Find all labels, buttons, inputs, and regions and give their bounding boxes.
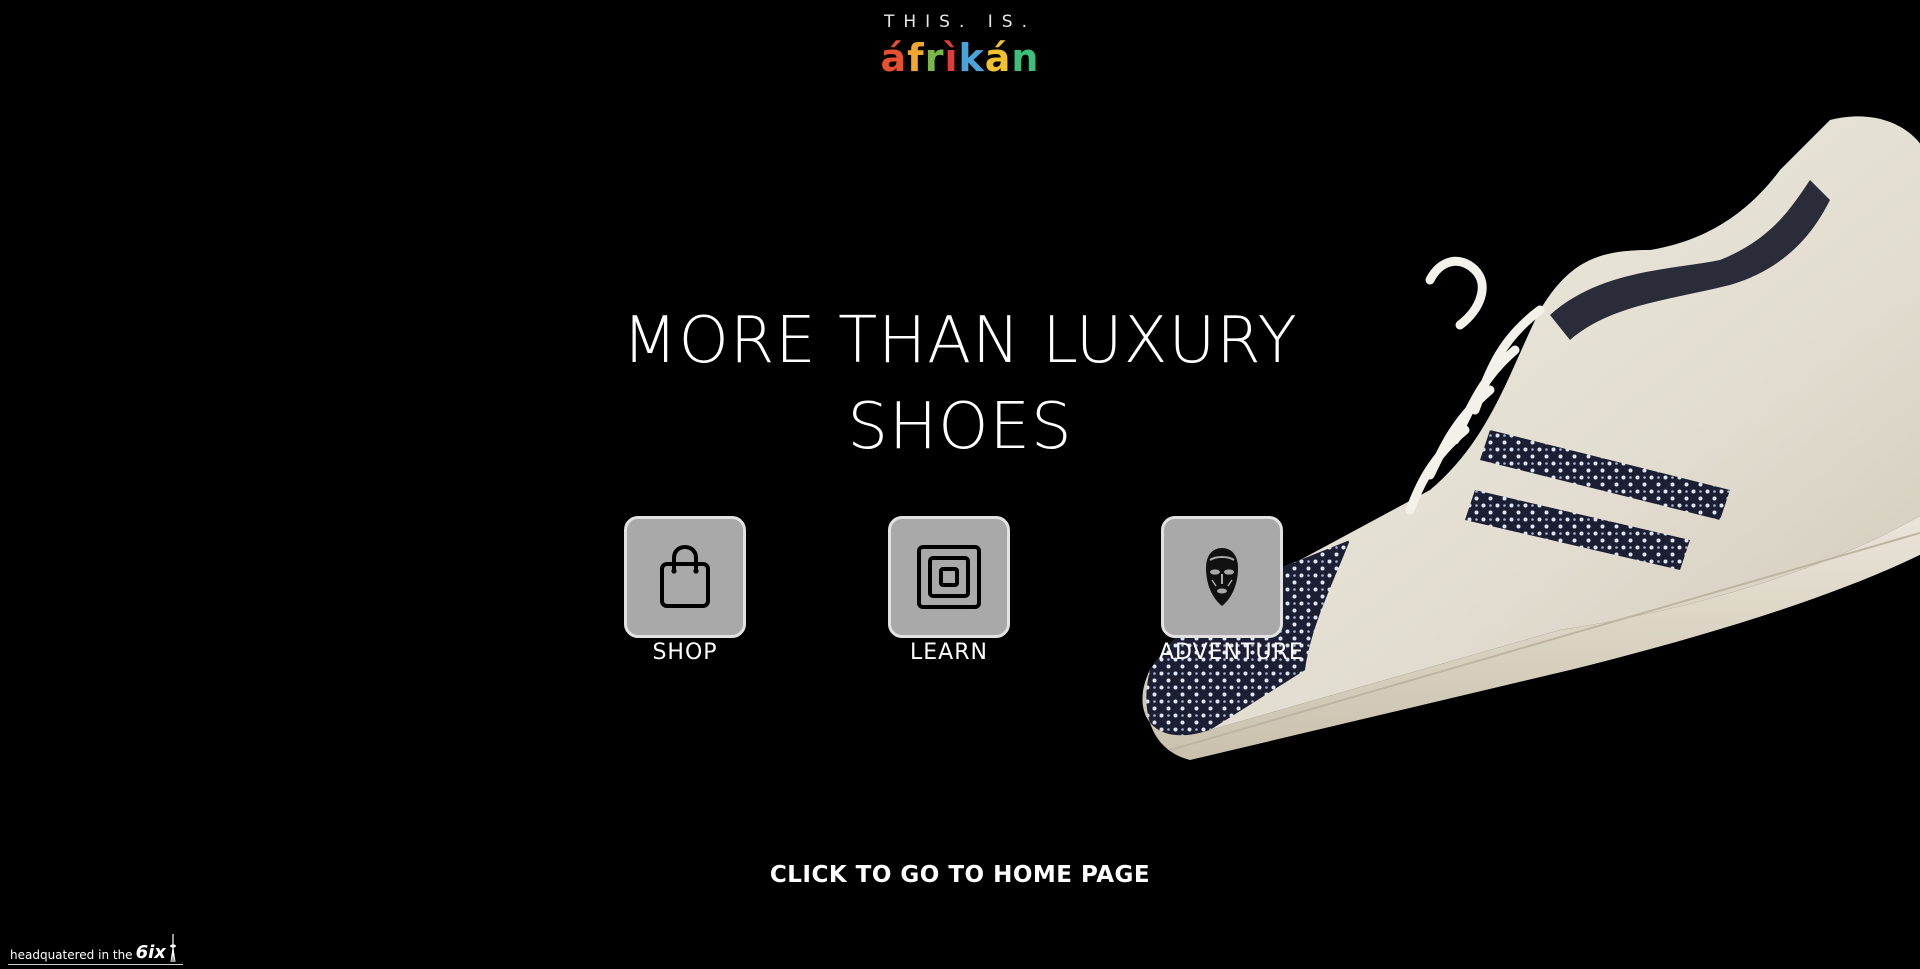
logo-wordmark: áfrìkán <box>0 38 1920 78</box>
logo-letter: f <box>907 36 925 80</box>
adventure-button[interactable] <box>1161 516 1283 638</box>
logo-letter: k <box>958 36 985 80</box>
shop-button[interactable] <box>624 516 746 638</box>
shop-tile[interactable]: SHOP <box>622 516 748 665</box>
brand-logo[interactable]: THIS. IS. áfrìkán <box>0 10 1920 78</box>
logo-letter: r <box>924 36 945 80</box>
learn-button[interactable] <box>888 516 1010 638</box>
landing-page: THIS. IS. áfrìkán MORE THAN LUXURY SHOES… <box>0 0 1920 969</box>
shop-label: SHOP <box>652 640 718 665</box>
logo-letter: á <box>984 36 1012 80</box>
logo-letter: á <box>880 36 908 80</box>
logo-letter: n <box>1011 36 1040 80</box>
logo-letter: ì <box>944 36 959 80</box>
hq-highlight: 6ix <box>135 942 166 963</box>
learn-label: LEARN <box>910 640 988 665</box>
learn-tile[interactable]: LEARN <box>886 516 1012 665</box>
hero-headline: MORE THAN LUXURY SHOES <box>560 298 1360 470</box>
hq-text: headquatered in the <box>10 948 133 962</box>
logo-tagline: THIS. IS. <box>884 12 1036 32</box>
headline-line-1: MORE THAN LUXURY <box>622 304 1298 378</box>
headline-line-2: SHOES <box>847 390 1073 464</box>
cn-tower-icon <box>169 934 176 962</box>
nested-squares-icon <box>917 545 981 609</box>
african-mask-icon <box>1206 548 1238 606</box>
home-page-link[interactable]: CLICK TO GO TO HOME PAGE <box>0 862 1920 888</box>
adventure-tile[interactable]: ADVENTURE <box>1159 516 1304 665</box>
shopping-bag-icon <box>660 544 710 608</box>
sneaker-image <box>1142 116 1920 760</box>
hq-badge: headquatered in the 6ix <box>8 934 183 965</box>
adventure-label: ADVENTURE <box>1159 640 1304 665</box>
